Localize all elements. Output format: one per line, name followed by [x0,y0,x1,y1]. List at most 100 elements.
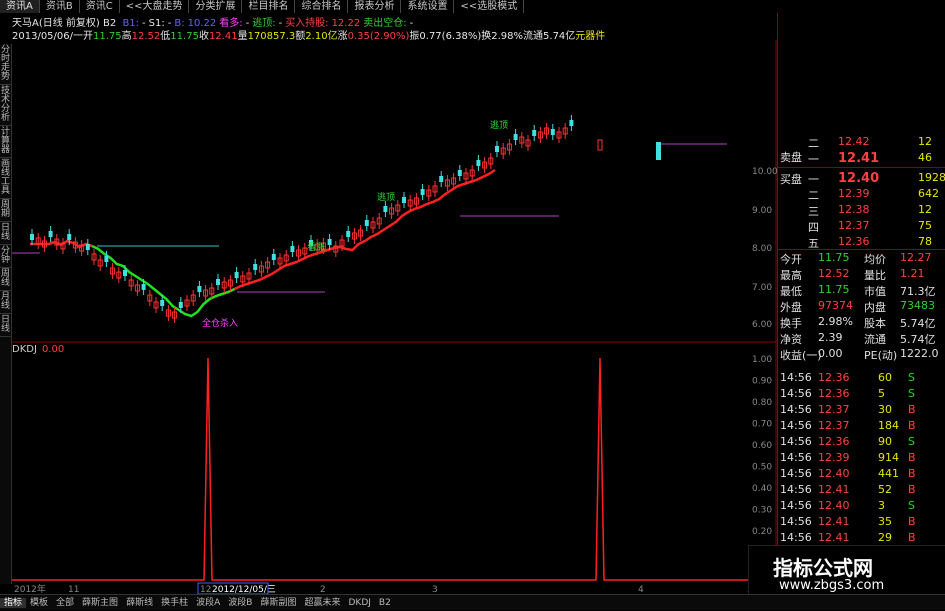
stat-row: 换手 2.98% 股本 5.74亿 [778,315,945,330]
candle-body [457,170,462,176]
bottom-tab-8[interactable]: 薛斯副图 [256,598,300,608]
left-tab-7[interactable]: 周线 [0,268,11,291]
buy-level: 一 12.40 1928 [778,171,945,186]
indicator-tick: 0.70 [752,420,772,430]
cell: 75 [918,219,932,232]
candle-body [216,279,220,285]
cell: 52 [878,483,892,496]
candle-body [141,284,146,290]
candle-body [402,197,406,203]
cell: 14:56 [780,387,812,400]
tick-row: 14:56 12.37 30 B [778,403,945,417]
price-tick: 9.00 [752,206,772,216]
cell: 35 [878,515,892,528]
cell: 71.3亿 [900,285,936,298]
cell: 12.41 [838,151,880,166]
chart-header-line1: 天马A(日线 前复权) B2 B1: - S1: - B: 10.22 看多: - 逃顶: - 买入… [12,14,413,29]
cell: 60 [878,371,892,384]
cell: S [908,387,915,400]
top-tab-0[interactable]: 资讯A [0,0,40,13]
cell: 12.41 [818,531,850,544]
cell: 内盘 [864,301,886,314]
top-tab-8[interactable]: 系统设置 [401,0,455,13]
tick-row: 14:56 12.40 3 S [778,499,945,513]
bottom-tab-11[interactable]: B2 [375,598,395,608]
left-tab-5[interactable]: 日线 [0,222,11,245]
indicator-tick: 0.30 [752,506,772,516]
left-tab-6[interactable]: 分钟 [0,245,11,268]
top-tab-3[interactable]: <<大盘走势 [120,0,190,13]
stat-row: 最高 12.52 量比 1.21 [778,267,945,282]
tick-row: 14:56 12.40 441 B [778,467,945,481]
top-tab-6[interactable]: 综合排名 [295,0,349,13]
cell: 外盘 [780,301,802,314]
cell: 二 [808,189,819,202]
bottom-tab-0[interactable]: 指标 [0,598,27,608]
indicator-tick: 0.20 [752,527,772,537]
cell: B [908,451,916,464]
bottom-tab-10[interactable]: DKDJ [344,598,374,608]
top-tab-4[interactable]: 分类扩展 [189,0,243,13]
left-tab-3[interactable]: 画线工具 [0,158,11,199]
cell: 14:56 [780,499,812,512]
bottom-tab-9[interactable]: 超赢未来 [300,598,344,608]
signal-label: 全仓杀入 [202,317,238,329]
book-divider [778,167,945,168]
stats-divider [778,249,945,250]
cell: 最高 [780,269,802,282]
top-tab-2[interactable]: 资讯C [80,0,120,13]
stat-row: 今开 11.75 均价 12.27 [778,251,945,266]
cell: 12 [918,135,932,148]
cell: 四 [808,221,819,234]
left-tab-4[interactable]: 周期 [0,199,11,222]
kline-chart[interactable]: 10.00 9.00 8.00 7.00 6.00 DKDJ 0.00 1.00 0.90 0.8… [12,40,777,600]
left-tab-0[interactable]: 分时走势 [0,44,11,85]
cell: 78 [918,235,932,248]
stat-row: 外盘 97374 内盘 73483 [778,299,945,314]
top-tab-7[interactable]: 报表分析 [348,0,402,13]
tick-row: 14:56 12.41 29 B [778,531,945,545]
cell: 12.38 [838,203,870,216]
left-tab-9[interactable]: 日线 [0,314,11,337]
cell: 441 [878,467,899,480]
candle-body [160,300,165,306]
top-tab-5[interactable]: 栏目排名 [242,0,296,13]
cell: 12.36 [818,371,850,384]
left-tab-1[interactable]: 技术分析 [0,85,11,126]
bottom-tab-4[interactable]: 薛斯线 [122,598,157,608]
candle-body [550,129,555,135]
price-tick: 10.00 [752,167,777,177]
left-tab-2[interactable]: 计算器 [0,126,11,158]
dkdj-line [12,357,776,581]
candle-body [495,146,499,152]
candle-body [420,189,425,195]
top-tab-bar: 资讯A 资讯B 资讯C <<大盘走势 分类扩展 栏目排名 综合排名 报表分析 系统设置 <<选股模… [0,0,945,13]
indicator-value: 0.00 [42,344,64,355]
cell: 97374 [818,299,853,312]
candle-body [656,142,661,160]
stat-row: 收益(一) 0.00 PE(动) 1222.0 [778,347,945,362]
bottom-tab-5[interactable]: 换手柱 [157,598,192,608]
signal-label: 看涨 [307,241,325,253]
candle-body [85,244,90,250]
bottom-tab-2[interactable]: 全部 [52,598,78,608]
indicator-tick: 1.00 [752,355,772,365]
top-tab-9[interactable]: <<选股模式 [454,0,525,13]
bottom-tab-3[interactable]: 薛斯主图 [78,598,122,608]
cell: 1928 [918,171,945,184]
bottom-tab-bar: 指标 模板 全部 薛斯主图 薛斯线 换手柱 波段A 波段B 薛斯副图 超赢未来 DKDJ B2 [0,594,945,610]
price-tick: 8.00 [752,244,772,254]
cell: B [908,419,916,432]
tick-row: 14:56 12.36 5 S [778,387,945,401]
left-tab-8[interactable]: 月线 [0,291,11,314]
top-tab-1[interactable]: 资讯B [40,0,80,13]
bottom-tab-6[interactable]: 波段A [192,598,224,608]
cell: S [908,499,915,512]
indicator-tick: 0.40 [752,484,772,494]
cell: 14:56 [780,451,812,464]
candle-body [271,254,276,260]
cell: 12 [918,203,932,216]
bottom-tab-7[interactable]: 波段B [224,598,256,608]
cell: 均价 [864,253,886,266]
bottom-tab-1[interactable]: 模板 [26,598,52,608]
